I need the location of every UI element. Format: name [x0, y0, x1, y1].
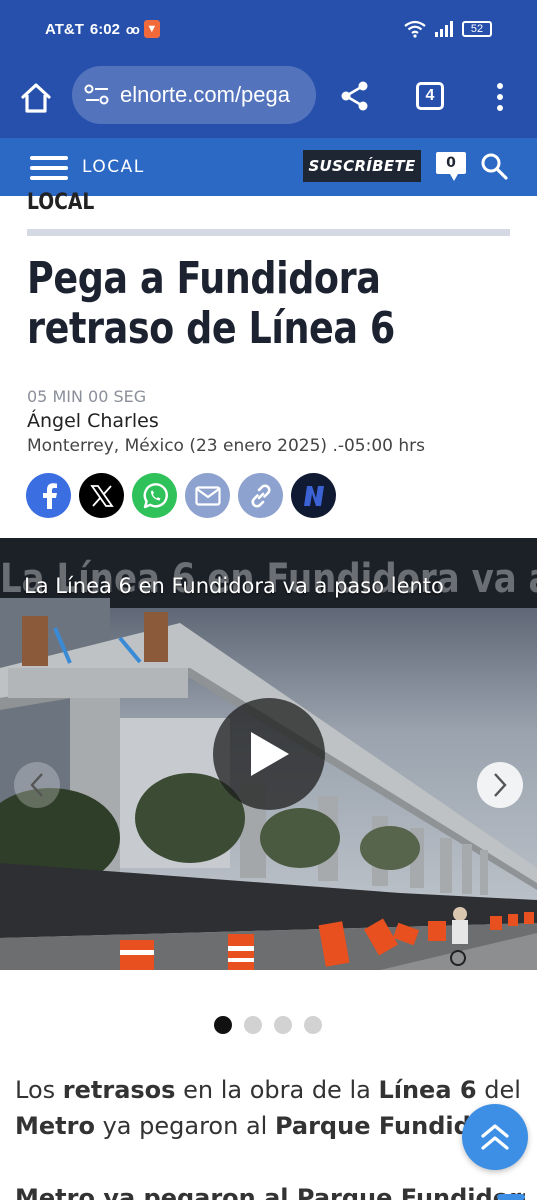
share-buttons [26, 473, 336, 518]
article-body-paragraph: Los retrasos en la obra de la Línea 6 de… [15, 1072, 525, 1144]
hamburger-menu-icon[interactable] [30, 155, 68, 181]
body-text-bold: Línea 6 [378, 1076, 477, 1104]
site-settings-icon[interactable] [84, 84, 110, 106]
body-text-bold: Metro ya pegaron al Parque Fundidora. [15, 1184, 525, 1200]
article-kicker[interactable]: LOCAL [27, 190, 94, 215]
status-right: 52 [404, 20, 492, 38]
email-share-button[interactable] [185, 473, 230, 518]
link-icon [250, 483, 271, 508]
x-share-button[interactable] [79, 473, 124, 518]
author-name[interactable]: Ángel Charles [27, 410, 159, 432]
voicemail-icon: oo [125, 21, 140, 37]
media-carousel[interactable]: La Línea 6 en Fundidora va a paso lento … [0, 538, 537, 970]
chevron-left-icon [30, 773, 43, 797]
brave-shield-icon: ▼ [143, 20, 160, 38]
double-chevron-up-icon [481, 1124, 509, 1150]
scroll-indicator [497, 1194, 525, 1200]
body-text-segment: ya pegaron al [94, 1112, 275, 1140]
play-button[interactable] [213, 698, 325, 810]
email-icon [194, 485, 221, 506]
body-text-segment: del [476, 1076, 521, 1104]
article-body-repeat-line: Metro ya pegaron al Parque Fundidora. [15, 1180, 525, 1200]
carousel-pagination [214, 1016, 322, 1034]
home-icon[interactable] [18, 80, 54, 116]
article-headline: Pega a Fundidora retraso de Línea 6 [27, 253, 395, 354]
share-icon[interactable] [338, 79, 372, 113]
overflow-menu-icon[interactable] [488, 80, 512, 114]
tab-switcher-button[interactable]: 4 [416, 82, 444, 110]
battery-icon: 52 [462, 21, 492, 37]
browser-toolbar: elnorte.com/pega 4 [0, 62, 537, 138]
divider [27, 229, 510, 236]
body-text-segment: en la obra de la [175, 1076, 379, 1104]
whatsapp-icon [143, 482, 168, 508]
media-caption: La Línea 6 en Fundidora va a paso lento [24, 574, 444, 598]
previous-slide-button[interactable] [14, 762, 60, 808]
search-icon[interactable] [480, 152, 508, 180]
carrier-label: AT&T [45, 20, 84, 38]
notifications-badge[interactable]: 0 [436, 152, 466, 181]
wifi-icon [404, 20, 426, 38]
x-logo-icon [89, 484, 114, 507]
signal-icon [435, 21, 453, 37]
dateline: Monterrey, México (23 enero 2025) .-05:0… [27, 436, 425, 456]
facebook-share-button[interactable] [26, 473, 71, 518]
whatsapp-share-button[interactable] [132, 473, 177, 518]
body-text-bold: retrasos [62, 1076, 176, 1104]
copy-link-button[interactable] [238, 473, 283, 518]
facebook-icon [42, 482, 57, 509]
next-slide-button[interactable] [477, 762, 523, 808]
scroll-to-top-button[interactable] [462, 1104, 528, 1170]
n-share-button[interactable] [291, 473, 336, 518]
section-label[interactable]: LOCAL [82, 157, 145, 177]
carousel-dot[interactable] [274, 1016, 292, 1034]
body-text-bold: Metro [15, 1112, 95, 1140]
site-header: LOCAL SUSCRÍBETE 0 [0, 138, 537, 196]
url-text[interactable]: elnorte.com/pega [120, 82, 290, 108]
carousel-dot[interactable] [304, 1016, 322, 1034]
status-left: AT&T 6:02 oo ▼ [45, 20, 160, 38]
chevron-right-icon [494, 773, 507, 797]
carousel-dot[interactable] [244, 1016, 262, 1034]
read-time: 05 MIN 00 SEG [27, 387, 147, 406]
n-logo-icon [303, 485, 324, 506]
body-text-segment: Los [15, 1076, 63, 1104]
status-bar: AT&T 6:02 oo ▼ 52 [0, 0, 537, 62]
carousel-dot[interactable] [214, 1016, 232, 1034]
play-icon [251, 732, 289, 776]
address-bar[interactable]: elnorte.com/pega [72, 66, 316, 124]
subscribe-button[interactable]: SUSCRÍBETE [303, 150, 421, 182]
clock: 6:02 [89, 20, 120, 38]
